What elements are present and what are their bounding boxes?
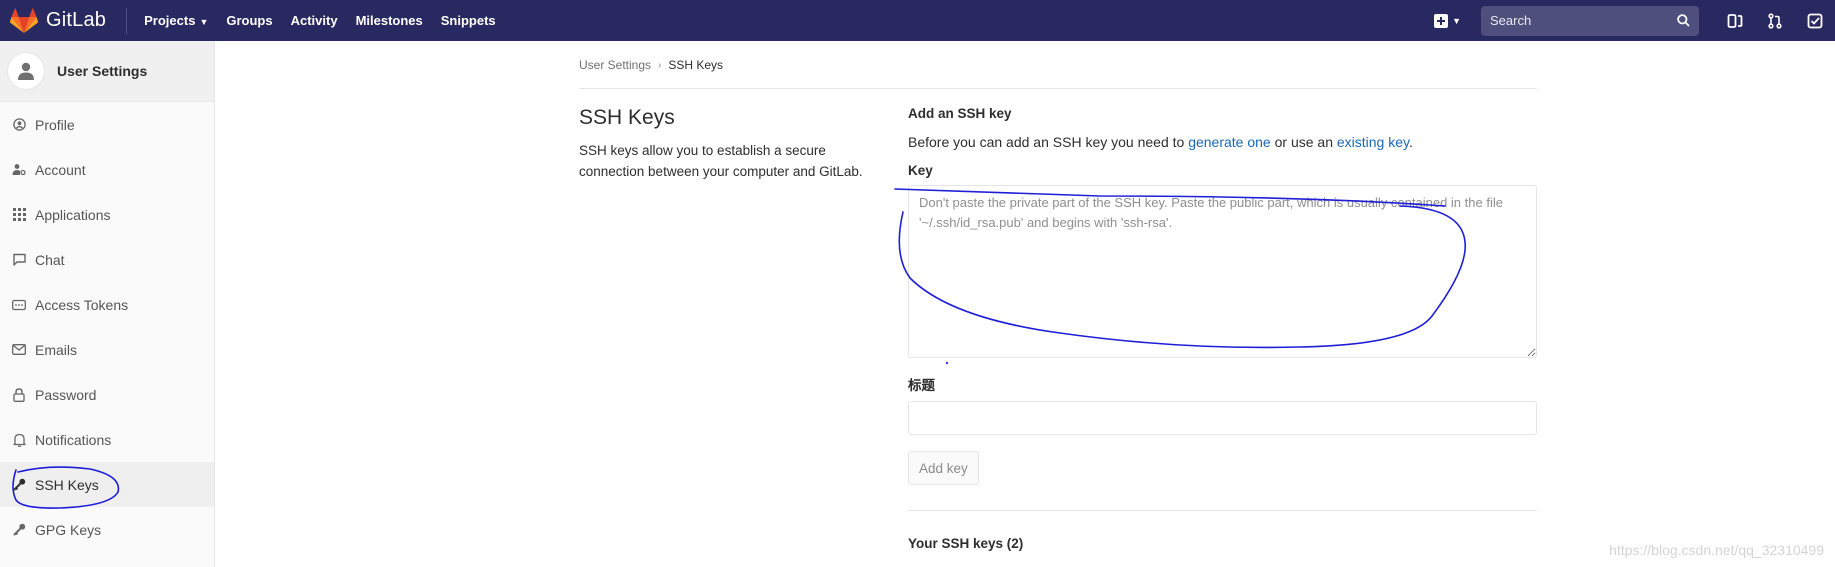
page-intro: SSH Keys SSH keys allow you to establish… (579, 106, 879, 182)
title-label: 标题 (908, 378, 935, 393)
sidebar-item-account[interactable]: Account (0, 147, 214, 192)
add-key-button[interactable]: Add key (908, 451, 979, 485)
form-section-title: Add an SSH key (908, 106, 1012, 121)
intro-suffix-text: . (1408, 134, 1413, 150)
watermark-text: https://blog.csdn.net/qq_32310499 (1609, 542, 1824, 558)
nav-snippets[interactable]: Snippets (441, 13, 496, 28)
issues-nav-button[interactable] (1715, 0, 1755, 41)
intro-middle-text: or use an (1270, 134, 1337, 150)
sidebar-item-label: Chat (35, 251, 65, 268)
generate-one-link[interactable]: generate one (1188, 134, 1271, 150)
avatar (7, 52, 45, 90)
nav-projects-label: Projects (144, 13, 196, 28)
new-dropdown-button[interactable]: ▼ (1434, 13, 1461, 28)
user-icon (18, 62, 34, 80)
merge-requests-nav-button[interactable] (1755, 0, 1795, 41)
existing-key-link[interactable]: existing key (1337, 134, 1409, 150)
breadcrumb: User Settings › SSH Keys (579, 58, 723, 72)
breadcrumb-divider (579, 88, 1537, 89)
bell-icon (11, 432, 27, 448)
key-icon (11, 477, 27, 493)
sidebar-item-applications[interactable]: Applications (0, 192, 214, 237)
sidebar-item-gpg-keys[interactable]: GPG Keys (0, 507, 214, 552)
sidebar-item-label: Notifications (35, 431, 112, 448)
issues-icon (1727, 13, 1743, 28)
sidebar-item-label: Access Tokens (35, 296, 129, 313)
nav-groups[interactable]: Groups (226, 13, 272, 28)
token-icon (11, 297, 27, 313)
sidebar-item-access-tokens[interactable]: Access Tokens (0, 282, 214, 327)
todos-nav-button[interactable] (1795, 0, 1835, 41)
chevron-down-icon: ▼ (199, 16, 209, 27)
key-textarea[interactable] (908, 185, 1537, 358)
sidebar-item-label: Profile (35, 116, 75, 133)
chevron-down-icon: ▼ (1452, 15, 1461, 26)
navbar-right: ▼ (1434, 0, 1835, 41)
top-navbar: GitLab Projects ▼ Groups Activity Milest… (0, 0, 1835, 41)
plus-icon (1434, 13, 1449, 28)
nav-activity[interactable]: Activity (291, 13, 338, 28)
sidebar-item-notifications[interactable]: Notifications (0, 417, 214, 462)
merge-request-icon (1768, 12, 1782, 29)
sidebar-title: User Settings (57, 63, 148, 79)
sidebar-item-profile[interactable]: Profile (0, 102, 214, 147)
key-label: Key (908, 163, 933, 178)
your-ssh-keys-heading: Your SSH keys (2) (908, 536, 1024, 551)
sidebar-item-label: SSH Keys (35, 476, 99, 493)
keys-divider (908, 510, 1537, 511)
chat-icon (11, 252, 27, 268)
sidebar-item-label: Account (35, 161, 86, 178)
title-input[interactable] (908, 401, 1537, 435)
form-intro: Before you can add an SSH key you need t… (908, 134, 1537, 150)
brand-separator (126, 7, 128, 34)
profile-icon (11, 117, 27, 133)
sidebar-item-label: Applications (35, 206, 111, 223)
page-title: SSH Keys (579, 106, 675, 129)
applications-icon (11, 207, 27, 223)
sidebar-item-label: Password (35, 386, 97, 403)
search-icon (1677, 14, 1690, 27)
sidebar-item-password[interactable]: Password (0, 372, 214, 417)
todo-check-icon (1807, 13, 1823, 28)
sidebar-item-ssh-keys[interactable]: SSH Keys (0, 462, 214, 507)
sidebar-header[interactable]: User Settings (0, 41, 214, 102)
settings-sidebar: User Settings Profile Account Applicatio… (0, 41, 215, 567)
account-icon (11, 162, 27, 178)
brand-name: GitLab (46, 9, 107, 31)
lock-icon (11, 387, 27, 403)
brand-link[interactable]: GitLab (0, 0, 120, 41)
sidebar-item-label: Emails (35, 341, 78, 358)
gitlab-logo-icon (10, 7, 38, 33)
page-description: SSH keys allow you to establish a secure… (579, 143, 863, 179)
intro-prefix-text: Before you can add an SSH key you need t… (908, 134, 1189, 150)
email-icon (11, 342, 27, 358)
add-ssh-key-form: Add an SSH key Before you can add an SSH… (908, 106, 1537, 551)
sidebar-item-label: GPG Keys (35, 521, 102, 538)
key-icon (11, 522, 27, 538)
sidebar-item-emails[interactable]: Emails (0, 327, 214, 372)
main-content: User Settings › SSH Keys SSH Keys SSH ke… (215, 41, 1835, 567)
chevron-right-icon: › (658, 59, 662, 71)
nav-milestones[interactable]: Milestones (356, 13, 423, 28)
search-input[interactable] (1490, 13, 1660, 28)
breadcrumb-parent-link[interactable]: User Settings (579, 58, 651, 72)
breadcrumb-current[interactable]: SSH Keys (668, 58, 723, 72)
search-box[interactable] (1481, 5, 1699, 36)
nav-projects-dropdown[interactable]: Projects ▼ (144, 13, 208, 28)
sidebar-item-chat[interactable]: Chat (0, 237, 214, 282)
